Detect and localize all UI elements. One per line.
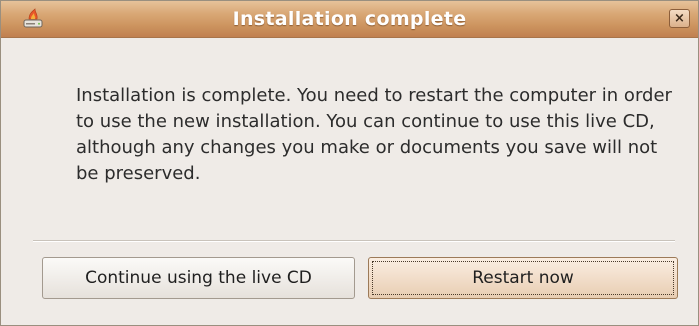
installation-complete-dialog: Installation complete × Installation is … [0, 0, 699, 326]
dialog-message: Installation is complete. You need to re… [76, 85, 672, 184]
dialog-title: Installation complete [232, 8, 467, 30]
restart-now-button[interactable]: Restart now [368, 257, 678, 299]
close-button[interactable]: × [669, 9, 690, 28]
separator [33, 240, 675, 242]
continue-live-cd-button[interactable]: Continue using the live CD [42, 257, 355, 299]
continue-live-cd-label: Continue using the live CD [85, 268, 312, 288]
close-icon: × [674, 11, 685, 26]
title-bar[interactable]: Installation complete × [1, 1, 698, 38]
restart-now-label: Restart now [472, 268, 574, 288]
